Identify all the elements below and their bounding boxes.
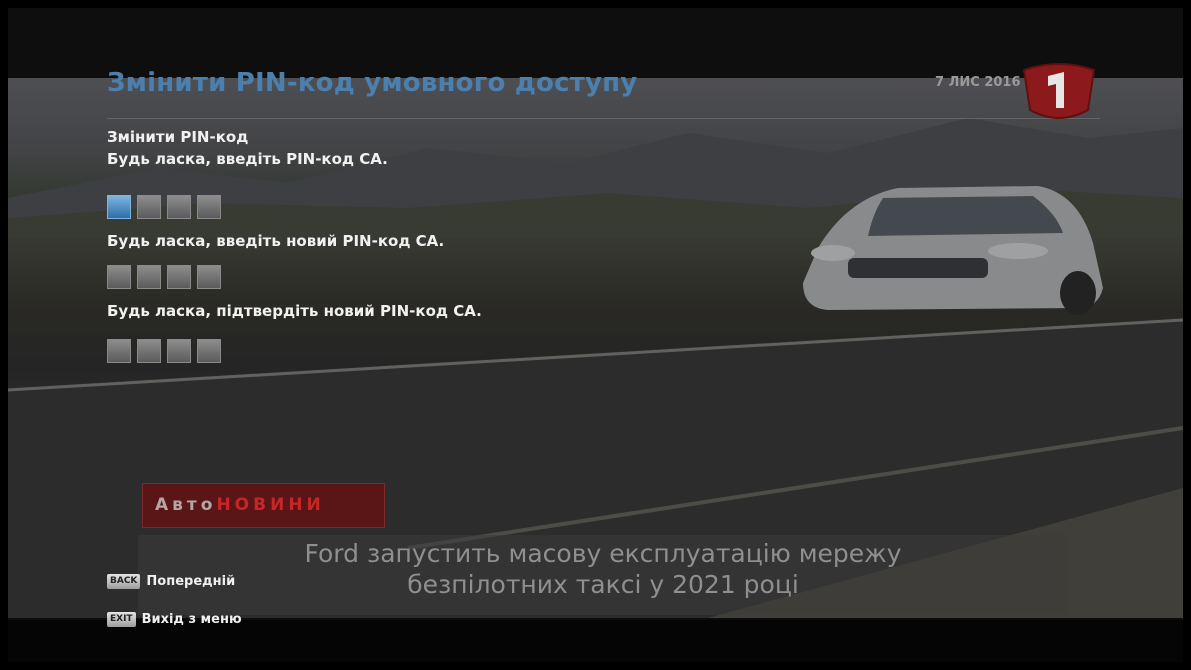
page-title: Змінити PIN-код умовного доступу — [107, 68, 638, 98]
pin-digit-4[interactable] — [197, 195, 221, 219]
form-subtitle: Змінити PIN-код — [107, 128, 249, 146]
pin-digit-2[interactable] — [137, 265, 161, 289]
exit-hint[interactable]: EXIT Вихід з меню — [107, 612, 242, 627]
pin-digit-2[interactable] — [137, 339, 161, 363]
pin-digit-4[interactable] — [197, 265, 221, 289]
pin-digit-1[interactable] — [107, 195, 131, 219]
prompt-new-pin: Будь ласка, введіть новий PIN-код CA. — [107, 232, 445, 250]
title-divider — [107, 118, 1100, 119]
channel-logo-icon — [1022, 63, 1096, 119]
pin-digit-3[interactable] — [167, 339, 191, 363]
pin-digit-2[interactable] — [137, 195, 161, 219]
pin-digit-4[interactable] — [197, 339, 221, 363]
prompt-confirm-pin: Будь ласка, підтвердіть новий PIN-код CA… — [107, 302, 482, 320]
headline-line-2: безпілотних таксі у 2021 році — [407, 570, 799, 599]
pin-digit-3[interactable] — [167, 195, 191, 219]
prompt-current-pin: Будь ласка, введіть PIN-код CA. — [107, 150, 388, 168]
back-hint[interactable]: BACK Попередній — [107, 574, 235, 589]
headline-line-1: Ford запустить масову експлуатацію мереж… — [304, 539, 902, 568]
back-key-icon: BACK — [107, 574, 141, 589]
new-pin-input[interactable] — [107, 265, 221, 289]
pin-digit-1[interactable] — [107, 339, 131, 363]
exit-key-icon: EXIT — [107, 612, 136, 627]
current-pin-input[interactable] — [107, 195, 221, 219]
pin-digit-1[interactable] — [107, 265, 131, 289]
confirm-pin-input[interactable] — [107, 339, 221, 363]
news-segment-tag: АвтоНОВИНИ — [142, 483, 385, 528]
exit-hint-label: Вихід з меню — [141, 612, 242, 627]
back-hint-label: Попередній — [146, 574, 236, 589]
news-tag-part2: НОВИНИ — [216, 495, 325, 515]
news-ticker: Ford запустить масову експлуатацію мереж… — [138, 535, 1068, 615]
pin-digit-3[interactable] — [167, 265, 191, 289]
news-tag-part1: Авто — [155, 495, 217, 515]
